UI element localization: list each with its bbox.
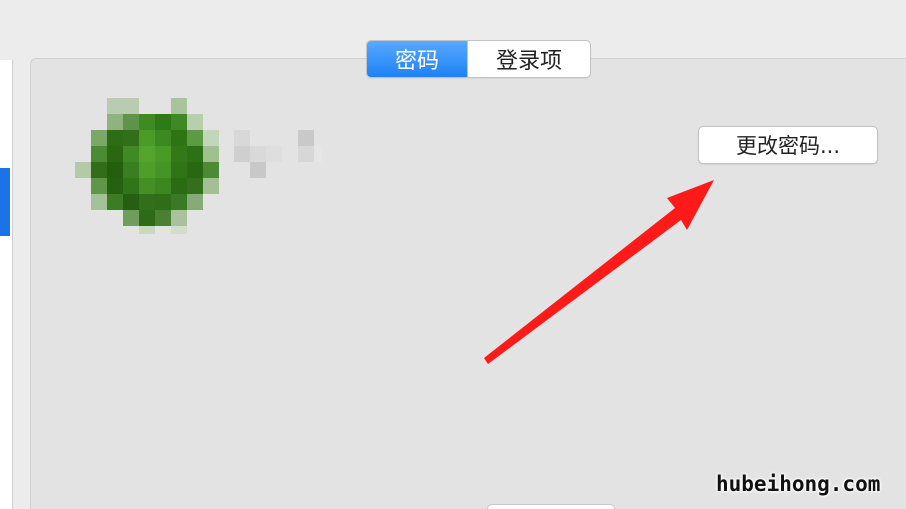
sidebar-selected-item[interactable] bbox=[0, 168, 10, 236]
watermark-text: hubeihong.com bbox=[716, 472, 881, 496]
change-password-button[interactable]: 更改密码... bbox=[698, 126, 878, 164]
preferences-window: 密码 登录项 更改密码... hubeihong.com bbox=[0, 0, 906, 509]
tab-login-items[interactable]: 登录项 bbox=[467, 41, 590, 77]
username-obscured bbox=[234, 130, 324, 184]
bottom-button-partial[interactable] bbox=[487, 504, 615, 509]
avatar-mosaic-icon bbox=[75, 98, 219, 234]
user-avatar[interactable] bbox=[75, 98, 225, 242]
pixelated-name-icon bbox=[234, 130, 322, 178]
tab-password[interactable]: 密码 bbox=[367, 41, 467, 77]
tab-segmented-control: 密码 登录项 bbox=[366, 40, 591, 78]
red-arrow-icon bbox=[470, 170, 730, 374]
sidebar bbox=[0, 60, 13, 509]
arrow-annotation-icon bbox=[484, 180, 714, 364]
